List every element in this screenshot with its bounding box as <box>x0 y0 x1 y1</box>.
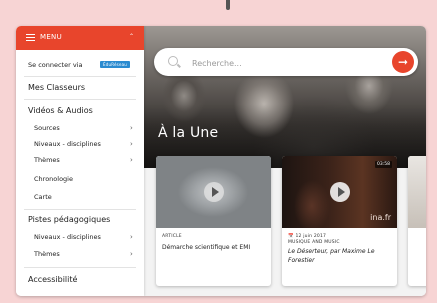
search-icon <box>168 56 178 66</box>
search-button[interactable]: ➞ <box>392 51 414 73</box>
sidebar-item-sources[interactable]: Sources <box>34 124 60 132</box>
menu-header[interactable]: MENU ⌃ <box>16 26 144 50</box>
sidebar-menu: MENU ⌃ Se connecter via ÉduRéseau Mes Cl… <box>16 26 144 296</box>
divider <box>24 76 136 77</box>
card-image <box>156 156 271 228</box>
connect-label: Se connecter via <box>28 61 83 69</box>
sidebar-item-themes[interactable]: Thèmes <box>34 156 60 164</box>
sidebar-section-pistes[interactable]: Pistes pédagogiques <box>28 215 110 224</box>
section-title: À la Une <box>158 125 219 141</box>
card-image: 03:58 ina.fr <box>282 156 397 228</box>
sidebar-item-accessibilite[interactable]: Accessibilité <box>28 275 77 284</box>
divider <box>24 267 136 268</box>
news-card[interactable]: ARTICLE Démarche scientifique et EMI <box>156 156 271 286</box>
watermark: ina.fr <box>370 213 391 222</box>
duration-badge: 03:58 <box>375 161 392 168</box>
menu-label: MENU <box>40 33 63 41</box>
card-title[interactable]: Démarche scientifique et EMI <box>162 243 265 252</box>
app-window: ➞ À la Une ARTICLE Démarche scientifique… <box>16 26 426 296</box>
chevron-right-icon[interactable]: › <box>130 124 133 132</box>
chevron-up-icon[interactable]: ⌃ <box>129 33 134 40</box>
chevron-right-icon[interactable]: › <box>130 233 133 241</box>
card-title[interactable]: Le Déserteur, par Maxime Le Forestier <box>288 247 391 265</box>
card-image <box>408 156 426 228</box>
chevron-right-icon[interactable]: › <box>130 140 133 148</box>
news-card[interactable]: 03:58 ina.fr 📅 12 juin 2017 MUSIQUE AND … <box>282 156 397 286</box>
sidebar-item-pistes-niveaux[interactable]: Niveaux - disciplines <box>34 233 101 241</box>
sidebar-section-videos[interactable]: Vidéos & Audios <box>28 106 93 115</box>
card-category: MUSIQUE AND MUSIC <box>288 240 340 245</box>
chevron-right-icon[interactable]: › <box>130 156 133 164</box>
divider <box>24 209 136 210</box>
play-icon[interactable] <box>330 182 350 202</box>
top-notch <box>226 0 230 10</box>
sidebar-item-chronologie[interactable]: Chronologie <box>34 175 73 183</box>
sidebar-item-carte[interactable]: Carte <box>34 193 52 201</box>
sidebar-item-pistes-themes[interactable]: Thèmes <box>34 250 60 258</box>
chevron-right-icon[interactable]: › <box>130 250 133 258</box>
card-category: ARTICLE <box>162 234 182 239</box>
sidebar-item-niveaux[interactable]: Niveaux - disciplines <box>34 140 101 148</box>
connect-button[interactable]: ÉduRéseau <box>100 61 130 68</box>
hamburger-icon[interactable] <box>26 34 35 42</box>
play-icon[interactable] <box>204 182 224 202</box>
card-date-text: 12 juin 2017 <box>295 234 327 239</box>
card-date: 📅 12 juin 2017 <box>288 234 327 239</box>
search-bar: ➞ <box>154 48 418 78</box>
divider <box>24 99 136 100</box>
search-input[interactable] <box>190 48 374 78</box>
news-card-partial[interactable] <box>408 156 426 286</box>
sidebar-item-classeurs[interactable]: Mes Classeurs <box>28 83 85 92</box>
